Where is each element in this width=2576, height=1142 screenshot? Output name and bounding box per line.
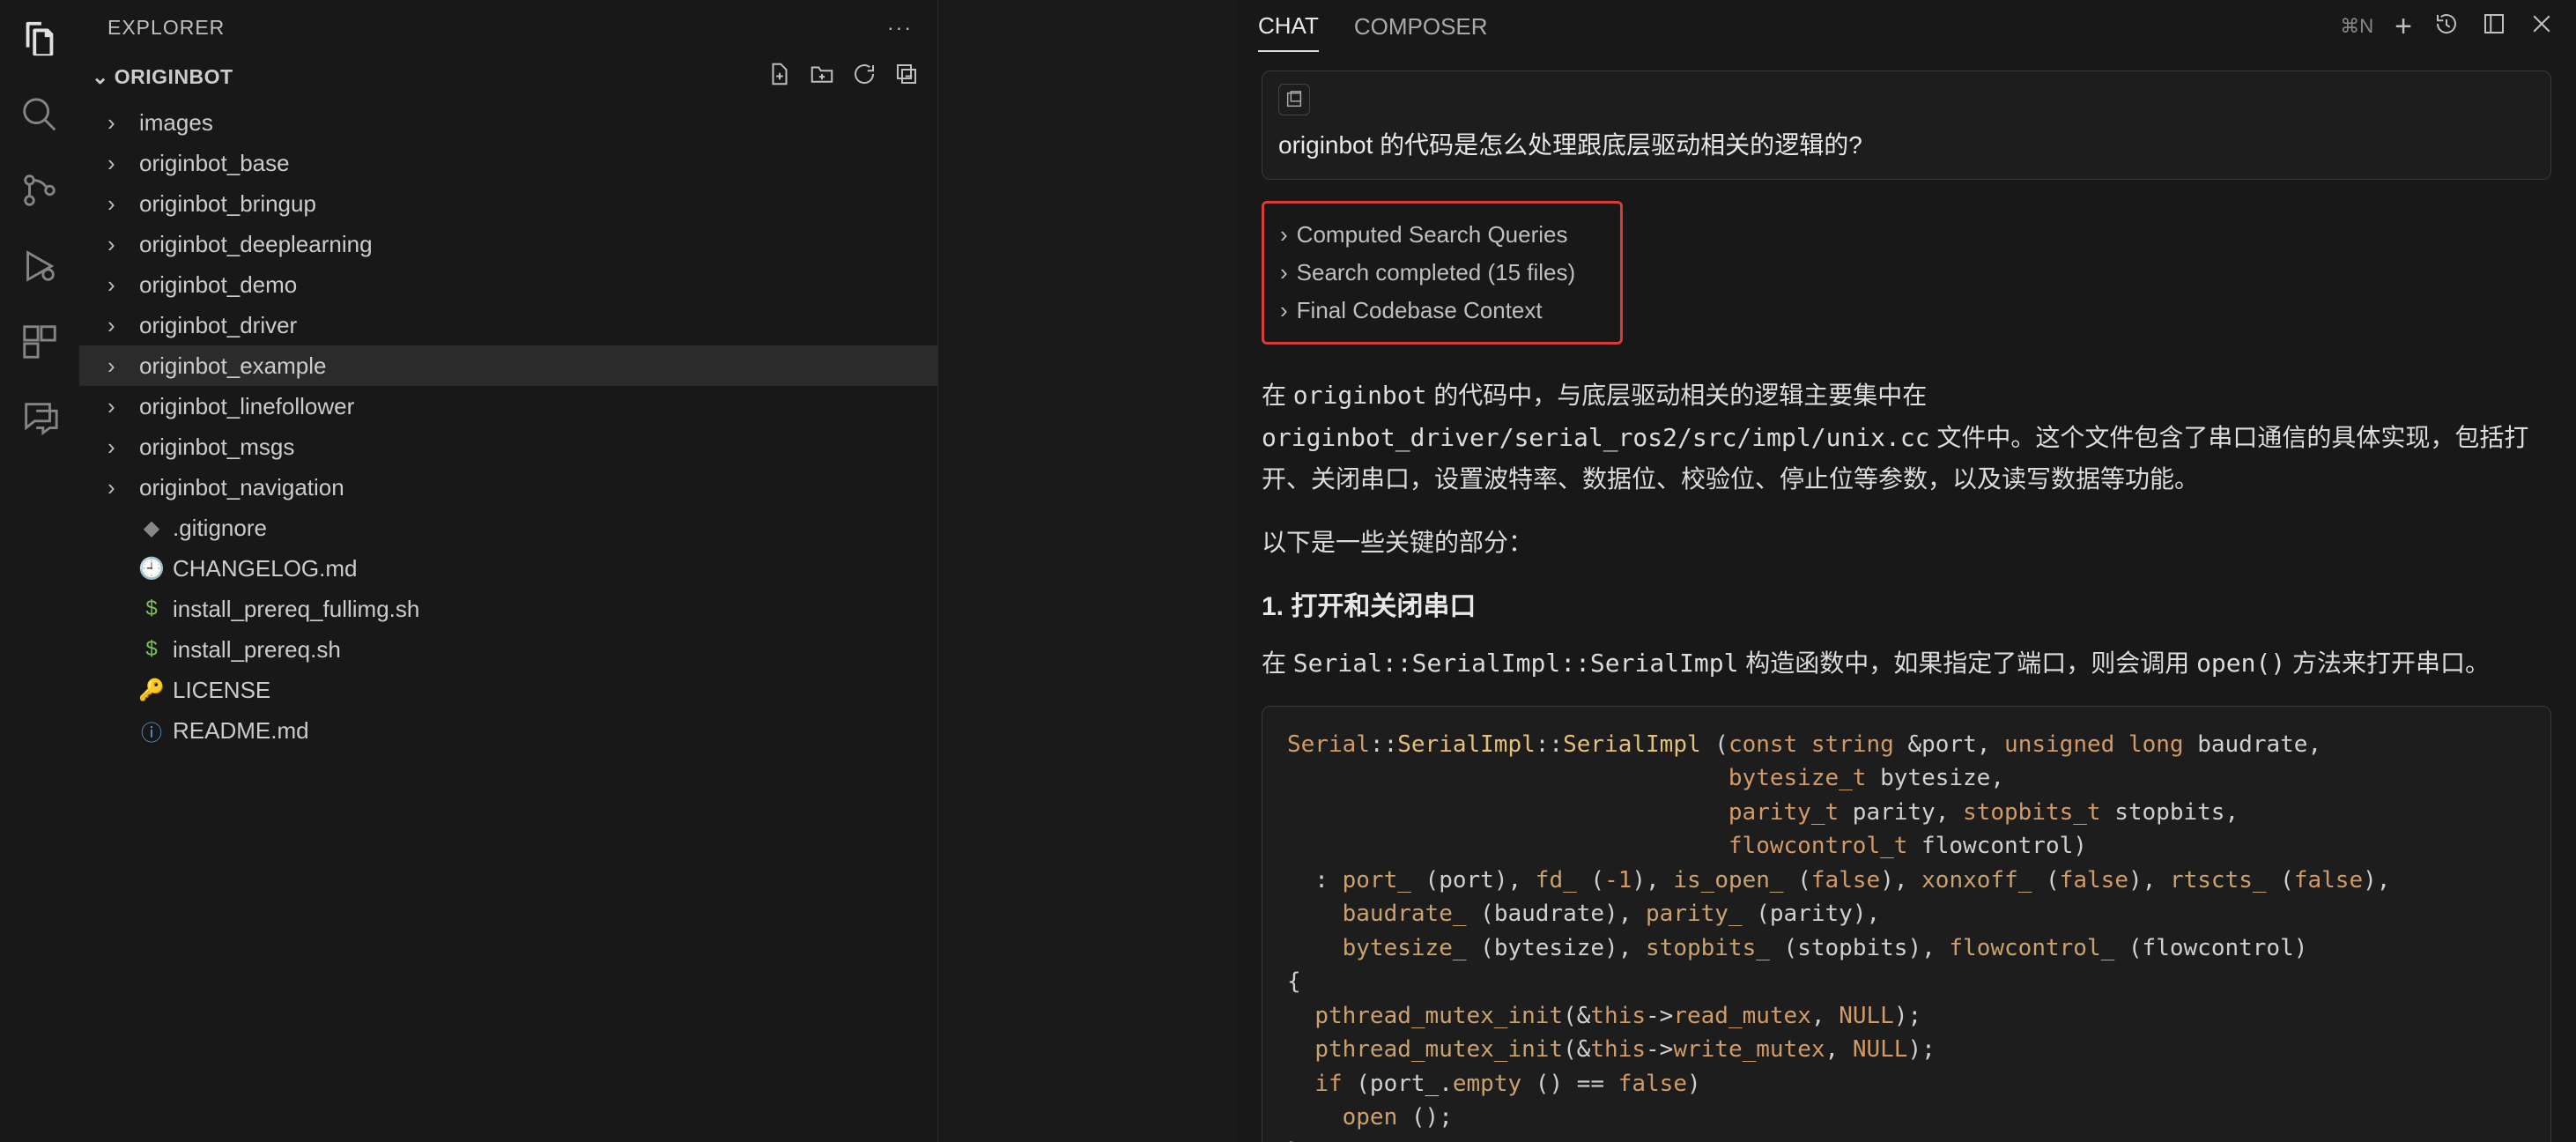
explorer-icon[interactable] [19,18,61,60]
sidebar-title-row: EXPLORER ··· [79,0,937,56]
folder-item[interactable]: › originbot_msgs [79,426,937,467]
file-item[interactable]: $ install_prereq_fullimg.sh [79,589,937,629]
chevron-right-icon: › [107,352,130,380]
tree-label: install_prereq_fullimg.sh [173,596,419,623]
chevron-right-icon: › [107,150,130,177]
tree-label: images [139,109,213,137]
tree-label: CHANGELOG.md [173,555,358,582]
chevron-right-icon: › [1280,221,1288,248]
chat-tab-bar: CHAT COMPOSER ⌘N + [1237,0,2576,53]
collapsible-final-context[interactable]: ›Final Codebase Context [1271,292,1613,330]
user-prompt-card: originbot 的代码是怎么处理跟底层驱动相关的逻辑的? [1262,70,2551,180]
tree-label: originbot_deeplearning [139,231,373,258]
new-chat-shortcut: ⌘N [2340,15,2373,38]
expand-icon[interactable] [2481,11,2507,43]
folder-item[interactable]: › originbot_demo [79,264,937,305]
tree-label: originbot_bringup [139,190,316,218]
file-item[interactable]: 🔑 LICENSE [79,670,937,710]
refresh-icon[interactable] [851,61,877,93]
answer-para-1: 在 originbot 的代码中，与底层驱动相关的逻辑主要集中在 originb… [1262,374,2551,501]
search-icon[interactable] [19,93,61,136]
tree-label: originbot_navigation [139,474,344,501]
answer-para-2: 以下是一些关键的部分： [1262,522,2551,564]
editor-area [938,0,1237,1142]
chevron-right-icon: › [107,231,130,258]
chevron-right-icon: › [107,271,130,299]
answer-para-3: 在 Serial::SerialImpl::SerialImpl 构造函数中，如… [1262,642,2551,685]
chat-body: originbot 的代码是怎么处理跟底层驱动相关的逻辑的? ›Computed… [1237,53,2576,1142]
activity-bar [0,0,79,1142]
tree-label: LICENSE [173,677,270,704]
tab-composer[interactable]: COMPOSER [1354,13,1488,51]
file-tree: › images › originbot_base › originbot_bringup… [79,99,937,1142]
file-icon: ⓘ [139,716,164,746]
file-item[interactable]: ⓘ README.md [79,710,937,751]
tree-label: README.md [173,717,309,745]
file-icon: 🔑 [139,678,164,703]
assistant-answer: 在 originbot 的代码中，与底层驱动相关的逻辑主要集中在 originb… [1262,374,2551,1142]
source-control-icon[interactable] [19,169,61,211]
file-item[interactable]: 🕘 CHANGELOG.md [79,548,937,589]
sidebar-section-header[interactable]: ⌄ ORIGINBOT [79,56,937,99]
tree-label: install_prereq.sh [173,636,341,664]
folder-item[interactable]: › originbot_example [79,345,937,386]
extensions-icon[interactable] [19,321,61,363]
close-icon[interactable] [2528,11,2555,43]
answer-heading-1: 1. 打开和关闭串口 [1262,584,2551,623]
file-icon: 🕘 [139,556,164,582]
user-prompt-text: originbot 的代码是怎么处理跟底层驱动相关的逻辑的? [1278,126,2535,161]
context-chip-icon[interactable] [1278,84,1310,115]
chevron-right-icon: › [1280,259,1288,286]
tree-label: originbot_driver [139,312,297,339]
new-folder-icon[interactable] [809,61,835,93]
code-block: Serial::SerialImpl::SerialImpl (const st… [1262,706,2551,1142]
search-steps-box: ›Computed Search Queries ›Search complet… [1262,201,1623,345]
file-icon: $ [139,637,164,662]
chevron-right-icon: › [107,434,130,461]
folder-item[interactable]: › originbot_navigation [79,467,937,508]
add-icon[interactable]: + [2395,10,2412,44]
file-icon: ◆ [139,515,164,541]
chevron-down-icon: ⌄ [92,65,109,89]
new-file-icon[interactable] [766,61,793,93]
tree-label: .gitignore [173,515,267,542]
chat-panel: CHAT COMPOSER ⌘N + originbot 的代码是怎么处理跟底层… [1237,0,2576,1142]
tree-label: originbot_linefollower [139,393,354,420]
chevron-right-icon: › [1280,297,1288,324]
comments-icon[interactable] [19,397,61,439]
chevron-right-icon: › [107,190,130,218]
tab-chat[interactable]: CHAT [1258,12,1319,52]
explorer-sidebar: EXPLORER ··· ⌄ ORIGINBOT › images › originb… [79,0,938,1142]
folder-item[interactable]: › originbot_linefollower [79,386,937,426]
chevron-right-icon: › [107,393,130,420]
folder-item[interactable]: › originbot_base [79,143,937,183]
history-icon[interactable] [2433,11,2460,43]
run-debug-icon[interactable] [19,245,61,287]
tree-label: originbot_msgs [139,434,294,461]
chevron-right-icon: › [107,312,130,339]
sidebar-more-icon[interactable]: ··· [887,16,913,40]
chevron-right-icon: › [107,109,130,137]
folder-item[interactable]: › originbot_bringup [79,183,937,224]
collapse-all-icon[interactable] [893,61,920,93]
tree-label: originbot_example [139,352,326,380]
collapsible-search-completed[interactable]: ›Search completed (15 files) [1271,254,1613,292]
section-label: ORIGINBOT [115,65,233,89]
file-icon: $ [139,597,164,621]
folder-item[interactable]: › originbot_driver [79,305,937,345]
sidebar-title: EXPLORER [107,16,225,40]
file-item[interactable]: $ install_prereq.sh [79,629,937,670]
chevron-right-icon: › [107,474,130,501]
folder-item[interactable]: › images [79,102,937,143]
collapsible-computed-queries[interactable]: ›Computed Search Queries [1271,216,1613,254]
tree-label: originbot_demo [139,271,297,299]
folder-item[interactable]: › originbot_deeplearning [79,224,937,264]
tree-label: originbot_base [139,150,290,177]
file-item[interactable]: ◆ .gitignore [79,508,937,548]
